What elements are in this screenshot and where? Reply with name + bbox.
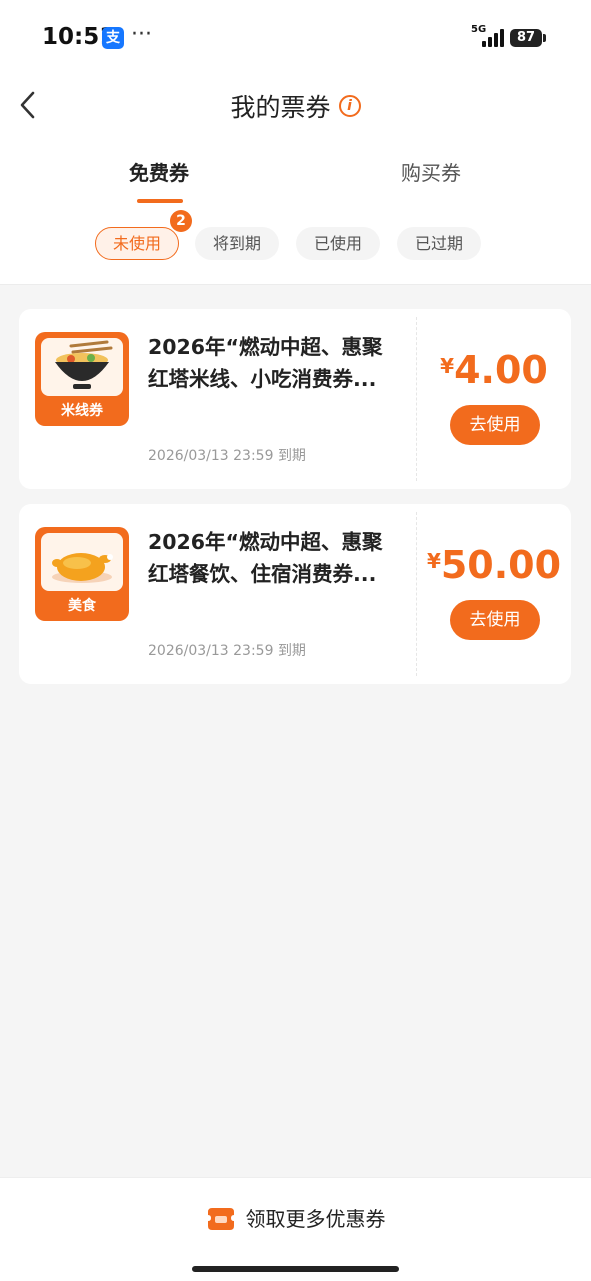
tab-purchased-coupons[interactable]: 购买券 [361,157,501,186]
coupon-card[interactable]: 美食 2026年“燃动中超、惠聚红塔餐饮、住宿消费券... 2026/03/13… [19,504,571,684]
roast-chicken-icon [41,533,123,591]
alipay-app-icon: 支 [102,27,124,49]
use-coupon-button[interactable]: 去使用 [450,405,540,445]
filter-unused[interactable]: 未使用 [95,227,179,260]
info-icon[interactable]: i [338,95,361,117]
noodle-bowl-icon [41,338,123,396]
tab-free-coupons[interactable]: 免费券 [89,157,229,186]
use-coupon-button[interactable]: 去使用 [450,600,540,640]
battery-icon: 87 [510,29,542,47]
coupon-amount: 4.00 [454,348,548,392]
filter-expiring[interactable]: 将到期 [195,227,279,260]
page-header: 我的票券 i [0,88,591,124]
coupon-title: 2026年“燃动中超、惠聚红塔餐饮、住宿消费券... [148,530,383,586]
currency-symbol: ¥ [426,549,441,573]
coupon-amount: 50.00 [440,543,562,587]
coupon-value: ¥50.00 [417,543,571,587]
get-more-coupons-button[interactable]: 领取更多优惠券 [0,1203,591,1237]
card-divider [416,512,417,676]
coupon-title: 2026年“燃动中超、惠聚红塔米线、小吃消费券... [148,335,383,391]
unused-count-badge: 2 [170,210,192,232]
coupon-category-label: 米线券 [61,403,103,419]
coupon-card[interactable]: 米线券 2026年“燃动中超、惠聚红塔米线、小吃消费券... 2026/03/1… [19,309,571,489]
currency-symbol: ¥ [440,354,455,378]
filter-expired[interactable]: 已过期 [397,227,481,260]
coupon-thumbnail: 美食 [35,527,129,621]
home-indicator[interactable] [192,1266,399,1272]
coupon-ticket-icon [207,1207,234,1230]
coupon-expiry: 2026/03/13 23:59 到期 [148,448,306,464]
coupon-category-label: 美食 [68,598,96,614]
coupon-thumbnail: 米线券 [35,332,129,426]
active-tab-indicator [137,199,183,203]
card-divider [416,317,417,481]
coupon-expiry: 2026/03/13 23:59 到期 [148,643,306,659]
top-section: 10:51 支 ··· 5G 87 我的票券 i 免费券 购买券 未使用 2 将… [0,0,591,285]
page-title: 我的票券 [230,93,331,122]
filter-used[interactable]: 已使用 [296,227,380,260]
bottom-bar: 领取更多优惠券 [0,1177,591,1281]
status-bar: 10:51 支 ··· 5G 87 [0,0,591,80]
more-notifications-icon: ··· [131,22,152,47]
coupon-value: ¥4.00 [417,348,571,392]
get-more-coupons-label: 领取更多优惠券 [245,1207,386,1231]
signal-icon [478,27,504,47]
battery-tip [543,34,546,42]
